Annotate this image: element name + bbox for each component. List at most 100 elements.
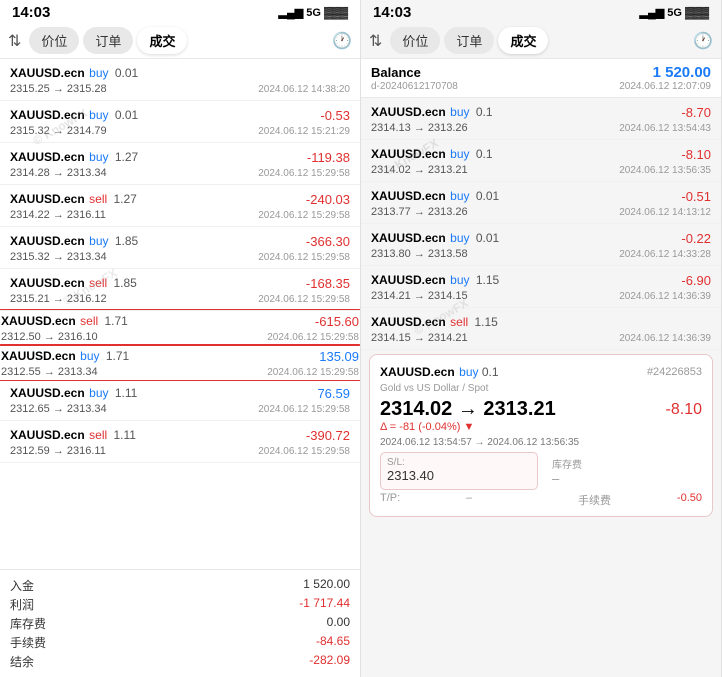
r1-date: 2024.06.12 13:54:43 — [619, 123, 711, 134]
balance-id: d-20240612170708 — [371, 81, 458, 92]
right-panel: 14:03 ▂▄▆ 5G ▓▓▓ ⇅ 价位 订单 成交 🕐 Balance d-… — [361, 0, 722, 677]
action-t9: buy — [89, 386, 112, 400]
detail-description: Gold vs US Dollar / Spot — [380, 383, 702, 394]
balance-date: 2024.06.12 12:07:09 — [619, 81, 711, 92]
left-status-icons: ▂▄▆ 5G ▓▓▓ — [279, 6, 348, 19]
right-trade-r4[interactable]: XAUUSD.ecn buy 0.01 -0.22 2313.80 → 2313… — [361, 224, 721, 266]
symbol-t10: XAUUSD.ecn — [10, 428, 85, 442]
price-t10: 2312.59 → 2316.11 — [10, 445, 106, 457]
summary-row-lirun: 利润 -1 717.44 — [10, 595, 350, 614]
detail-fee-val: -0.50 — [677, 492, 702, 508]
tab-jiwei[interactable]: 价位 — [29, 27, 79, 54]
right-tab-dingdan[interactable]: 订单 — [444, 27, 494, 54]
symbol-t8: XAUUSD.ecn — [1, 349, 76, 363]
trade-item-t3[interactable]: XAUUSD.ecn buy 1.27 -119.38 2314.28 → 23… — [0, 143, 360, 185]
left-tab-bar: ⇅ 价位 订单 成交 🕐 — [0, 23, 360, 59]
left-trade-list: XAUUSD.ecn buy 0.01 2315.25 → 2315.28 20… — [0, 59, 360, 569]
r6-size: 1.15 — [474, 315, 497, 329]
right-trade-r6[interactable]: XAUUSD.ecn sell 1.15 2314.15 → 2314.21 2… — [361, 308, 721, 350]
r6-action: sell — [450, 315, 471, 329]
right-battery-icon: ▓▓▓ — [685, 7, 709, 19]
right-trade-r1[interactable]: XAUUSD.ecn buy 0.1 -8.70 2314.13 → 2313.… — [361, 98, 721, 140]
r3-date: 2024.06.12 14:13:12 — [619, 207, 711, 218]
right-clock-icon[interactable]: 🕐 — [693, 31, 713, 51]
action-t4: sell — [89, 192, 110, 206]
right-trade-list: Balance d-20240612170708 1 520.00 2024.0… — [361, 59, 721, 677]
right-tab-chengjiao[interactable]: 成交 — [498, 27, 548, 54]
r5-date: 2024.06.12 14:36:39 — [619, 291, 711, 302]
pnl-t7: -615.60 — [315, 314, 359, 329]
symbol-t4: XAUUSD.ecn — [10, 192, 85, 206]
r3-pnl: -0.51 — [681, 189, 711, 204]
trade-item-t10[interactable]: XAUUSD.ecn sell 1.11 -390.72 2312.59 → 2… — [0, 421, 360, 463]
price-t3: 2314.28 → 2313.34 — [10, 167, 107, 179]
action-t5: buy — [89, 234, 112, 248]
date-t8: 2024.06.12 15:29:58 — [267, 367, 359, 378]
trade-item-t1[interactable]: XAUUSD.ecn buy 0.01 2315.25 → 2315.28 20… — [0, 59, 360, 101]
r4-price: 2313.80 → 2313.58 — [371, 248, 468, 260]
tab-chengjiao[interactable]: 成交 — [137, 27, 187, 54]
trade-item-t9[interactable]: XAUUSD.ecn buy 1.11 76.59 2312.65 → 2313… — [0, 379, 360, 421]
summary-row-jieyu: 结余 -282.09 — [10, 652, 350, 671]
tab-dingdan[interactable]: 订单 — [83, 27, 133, 54]
pnl-t5: -366.30 — [306, 234, 350, 249]
r3-action: buy — [450, 189, 473, 203]
pnl-t2: -0.53 — [320, 108, 350, 123]
delta-text: Δ = -81 (-0.04%) — [380, 421, 460, 433]
trade-item-t7[interactable]: XAUUSD.ecn sell 1.71 -615.60 2312.50 → 2… — [0, 309, 360, 346]
pnl-t4: -240.03 — [306, 192, 350, 207]
r2-action: buy — [450, 147, 473, 161]
summary-label-jieyu: 结余 — [10, 653, 34, 670]
pnl-t9: 76.59 — [317, 386, 350, 401]
right-sort-icon[interactable]: ⇅ — [369, 31, 382, 51]
right-trade-r2[interactable]: XAUUSD.ecn buy 0.1 -8.10 2314.02 → 2313.… — [361, 140, 721, 182]
trade-item-t8[interactable]: XAUUSD.ecn buy 1.71 135.09 2312.55 → 231… — [0, 344, 360, 381]
r6-symbol: XAUUSD.ecn — [371, 315, 446, 329]
trade-item-t2[interactable]: XAUUSD.ecn buy 0.01 -0.53 2315.32 → 2314… — [0, 101, 360, 143]
detail-popup[interactable]: XAUUSD.ecn buy 0.1 #24226853 Gold vs US … — [369, 354, 713, 517]
signal-icon: ▂▄▆ — [279, 6, 304, 19]
right-trade-r3[interactable]: XAUUSD.ecn buy 0.01 -0.51 2313.77 → 2313… — [361, 182, 721, 224]
size-t1: 0.01 — [115, 66, 138, 80]
r2-symbol: XAUUSD.ecn — [371, 147, 446, 161]
summary-label-rujin: 入金 — [10, 577, 34, 594]
summary-val-jieyu: -282.09 — [309, 653, 350, 670]
right-trade-r5[interactable]: XAUUSD.ecn buy 1.15 -6.90 2314.21 → 2314… — [361, 266, 721, 308]
price-t9: 2312.65 → 2313.34 — [10, 403, 107, 415]
r4-action: buy — [450, 231, 473, 245]
r4-size: 0.01 — [476, 231, 499, 245]
symbol-t7: XAUUSD.ecn — [1, 314, 76, 328]
r5-symbol: XAUUSD.ecn — [371, 273, 446, 287]
date-t2: 2024.06.12 15:21:29 — [258, 126, 350, 137]
summary-row-rujin: 入金 1 520.00 — [10, 576, 350, 595]
price-t4: 2314.22 → 2316.11 — [10, 209, 106, 221]
r4-symbol: XAUUSD.ecn — [371, 231, 446, 245]
r2-date: 2024.06.12 13:56:35 — [619, 165, 711, 176]
action-t10: sell — [89, 428, 110, 442]
r1-symbol: XAUUSD.ecn — [371, 105, 446, 119]
balance-item[interactable]: Balance d-20240612170708 1 520.00 2024.0… — [361, 59, 721, 98]
r2-size: 0.1 — [476, 147, 493, 161]
left-status-bar: 14:03 ▂▄▆ 5G ▓▓▓ — [0, 0, 360, 23]
sort-icon[interactable]: ⇅ — [8, 31, 21, 51]
right-tab-bar: ⇅ 价位 订单 成交 🕐 — [361, 23, 721, 59]
clock-icon[interactable]: 🕐 — [332, 31, 352, 51]
trade-item-t4[interactable]: XAUUSD.ecn sell 1.27 -240.03 2314.22 → 2… — [0, 185, 360, 227]
summary-val-rujin: 1 520.00 — [303, 577, 350, 594]
trade-item-t6[interactable]: XAUUSD.ecn sell 1.85 -168.35 2315.21 → 2… — [0, 269, 360, 311]
detail-delta: Δ = -81 (-0.04%) ▼ — [380, 421, 702, 433]
trade-item-t5[interactable]: XAUUSD.ecn buy 1.85 -366.30 2315.32 → 23… — [0, 227, 360, 269]
detail-sl-label: S/L: — [387, 457, 531, 468]
symbol-t5: XAUUSD.ecn — [10, 234, 85, 248]
r1-size: 0.1 — [476, 105, 493, 119]
r4-date: 2024.06.12 14:33:28 — [619, 249, 711, 260]
symbol-t1: XAUUSD.ecn — [10, 66, 85, 80]
size-t9: 1.11 — [115, 386, 137, 400]
right-tab-jiwei[interactable]: 价位 — [390, 27, 440, 54]
action-t3: buy — [89, 150, 112, 164]
action-t7: sell — [80, 314, 101, 328]
right-time: 14:03 — [373, 4, 411, 21]
detail-fee-label: 手续费 — [578, 492, 611, 508]
battery-icon: ▓▓▓ — [324, 7, 348, 19]
detail-sl-val: 2313.40 — [387, 468, 531, 483]
